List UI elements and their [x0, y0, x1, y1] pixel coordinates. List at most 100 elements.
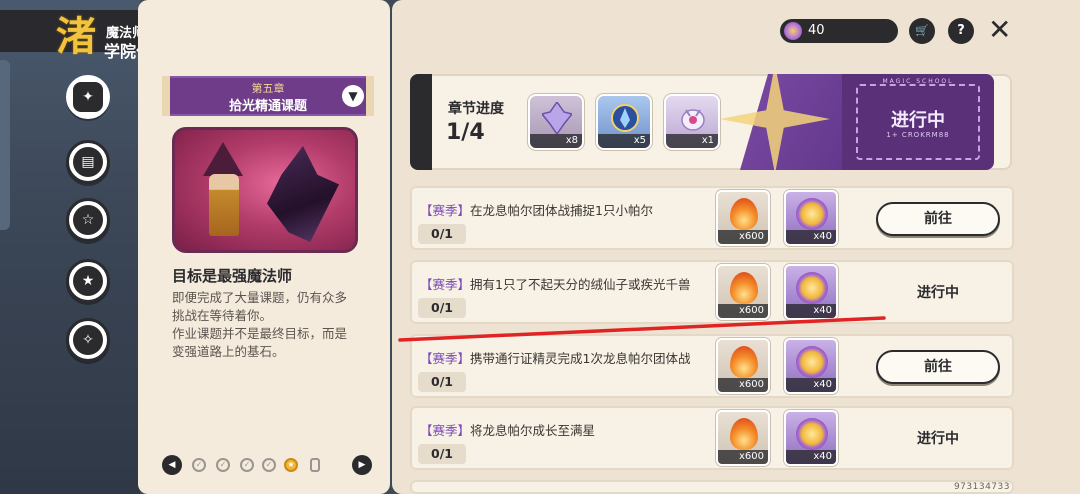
spirit-icon	[681, 109, 705, 131]
task-tag: 【赛季】	[420, 203, 471, 218]
chapter-pager: ◀ ✓ ✓ ✓ ✓ ★ ▶	[162, 455, 376, 475]
reward-count: x1	[666, 134, 718, 148]
currency-counter: 40	[780, 19, 898, 43]
page-dot-current[interactable]: ★	[284, 458, 298, 472]
progress-label: 章节进度	[448, 101, 504, 117]
lock-icon	[310, 458, 320, 472]
background-edge	[0, 60, 10, 230]
task-description: 【赛季】将龙息帕尔成长至满星	[420, 420, 595, 439]
sidebar-item-star-wand[interactable]: ★	[66, 259, 110, 303]
task-text: 将龙息帕尔成长至满星	[470, 423, 596, 438]
task-text: 拥有1只了不起天分的绒仙子或疾光千兽	[470, 277, 691, 292]
task-status: 进行中	[917, 285, 959, 301]
task-progress: 0/1	[418, 444, 466, 464]
reward-count: x600	[718, 230, 768, 244]
goal-desc-line: 变强道路上的基石。	[172, 344, 285, 359]
task-row-partial	[410, 480, 1014, 494]
prev-page-button[interactable]: ◀	[162, 455, 182, 475]
goal-desc-line: 挑战在等待着你。	[172, 308, 273, 323]
task-row: 【赛季】将龙息帕尔成长至满星 0/1 x600 x40 进行中	[410, 406, 1014, 470]
task-text: 在龙息帕尔团体战捕捉1只小帕尔	[470, 203, 653, 218]
goal-desc-line: 即便完成了大量课题，仍有众多	[172, 290, 348, 305]
magic-coin-icon	[784, 22, 802, 40]
task-row: 【赛季】在龙息帕尔团体战捕捉1只小帕尔 0/1 x600 x40 前往	[410, 186, 1014, 250]
progress-value: 1/4	[446, 120, 485, 145]
close-icon[interactable]: ✕	[988, 16, 1011, 44]
star-bubble-icon: ☆	[73, 205, 103, 235]
task-reward-flame[interactable]: x600	[716, 410, 770, 466]
chapter-illustration	[172, 127, 358, 253]
chapter-banner[interactable]: 第五章 拾光精通课题 ▼	[162, 76, 374, 116]
dark-crystal-shape	[267, 146, 339, 242]
task-description: 【赛季】携带通行证精灵完成1次龙息帕尔团体战	[420, 348, 690, 367]
red-underline-annotation	[398, 316, 886, 342]
sidebar-item-scroll[interactable]: ▤	[66, 140, 110, 184]
sidebar-item-badge[interactable]: ✧	[66, 318, 110, 362]
task-tag: 【赛季】	[420, 423, 471, 438]
task-reward-coin[interactable]: x40	[784, 190, 838, 246]
magic-coin-icon	[796, 198, 828, 230]
chapter-panel: 第五章 拾光精通课题 ▼ 目标是最强魔法师 即便完成了大量课题，仍有众多 挑战在…	[138, 0, 390, 494]
magic-coin-icon	[796, 346, 828, 378]
reward-count: x5	[598, 134, 650, 148]
reward-count: x40	[786, 378, 836, 392]
reward-count: x40	[786, 450, 836, 464]
task-status: 进行中	[917, 431, 959, 447]
goal-desc-line: 作业课题并不是最终目标，而是	[172, 326, 348, 341]
task-reward-flame[interactable]: x600	[716, 190, 770, 246]
flame-icon	[730, 198, 758, 230]
game-background	[0, 0, 140, 494]
task-progress: 0/1	[418, 224, 466, 244]
magic-coin-icon	[796, 272, 828, 304]
logo-emblem: 渚	[56, 13, 96, 60]
page-dot-done[interactable]: ✓	[216, 458, 230, 472]
task-tag: 【赛季】	[420, 277, 471, 292]
shop-button[interactable]: 🛒	[909, 18, 935, 44]
task-text: 携带通行证精灵完成1次龙息帕尔团体战	[470, 351, 691, 366]
chapter-status-stamp: MAGIC SCHOOL 进行中 1+ CROKRM88	[842, 74, 994, 170]
decorative-side-strip	[410, 74, 432, 170]
progress-reward-item[interactable]: x5	[596, 94, 652, 150]
cart-icon: 🛒	[915, 24, 929, 37]
witch-hat-shape	[203, 142, 243, 176]
next-page-button[interactable]: ▶	[352, 455, 372, 475]
task-reward-flame[interactable]: x600	[716, 338, 770, 394]
flame-icon	[730, 346, 758, 378]
crystal-icon	[542, 102, 572, 134]
page-dot-done[interactable]: ✓	[262, 458, 276, 472]
reward-count: x600	[718, 450, 768, 464]
flame-icon	[730, 272, 758, 304]
user-id: 973134733	[953, 482, 1010, 492]
progress-reward-item[interactable]: x1	[664, 94, 720, 150]
magic-coin-icon	[796, 418, 828, 450]
reward-count: x8	[530, 134, 582, 148]
currency-value: 40	[808, 23, 825, 38]
scroll-icon: ▤	[73, 147, 103, 177]
badge-icon: ✧	[73, 325, 103, 355]
goal-title: 目标是最强魔法师	[172, 267, 293, 285]
task-reward-coin[interactable]: x40	[784, 338, 838, 394]
chapter-status: 进行中	[891, 110, 945, 131]
task-description: 【赛季】拥有1只了不起天分的绒仙子或疾光千兽	[420, 274, 690, 293]
task-reward-coin[interactable]: x40	[784, 410, 838, 466]
help-button[interactable]: ?	[948, 18, 974, 44]
sidebar-item-star-bubble[interactable]: ☆	[66, 198, 110, 242]
compass-icon: ✦	[73, 82, 103, 112]
task-tag: 【赛季】	[420, 351, 471, 366]
status-stamp-caption: 1+ CROKRM88	[886, 131, 950, 139]
task-progress: 0/1	[418, 372, 466, 392]
progress-reward-item[interactable]: x8	[528, 94, 584, 150]
star-wand-icon: ★	[73, 266, 103, 296]
reward-count: x600	[718, 378, 768, 392]
task-description: 【赛季】在龙息帕尔团体战捕捉1只小帕尔	[420, 200, 653, 219]
blue-orb-icon	[611, 104, 639, 132]
go-button[interactable]: 前往	[876, 350, 1000, 384]
witch-character-shape	[209, 174, 239, 236]
go-button[interactable]: 前往	[876, 202, 1000, 236]
page-dot-done[interactable]: ✓	[240, 458, 254, 472]
reward-count: x40	[786, 230, 836, 244]
goal-description: 即便完成了大量课题，仍有众多 挑战在等待着你。 作业课题并不是最终目标，而是 变…	[172, 289, 382, 361]
page-dot-done[interactable]: ✓	[192, 458, 206, 472]
chevron-down-icon[interactable]: ▼	[342, 85, 364, 107]
sidebar-item-compass[interactable]: ✦	[66, 75, 110, 119]
